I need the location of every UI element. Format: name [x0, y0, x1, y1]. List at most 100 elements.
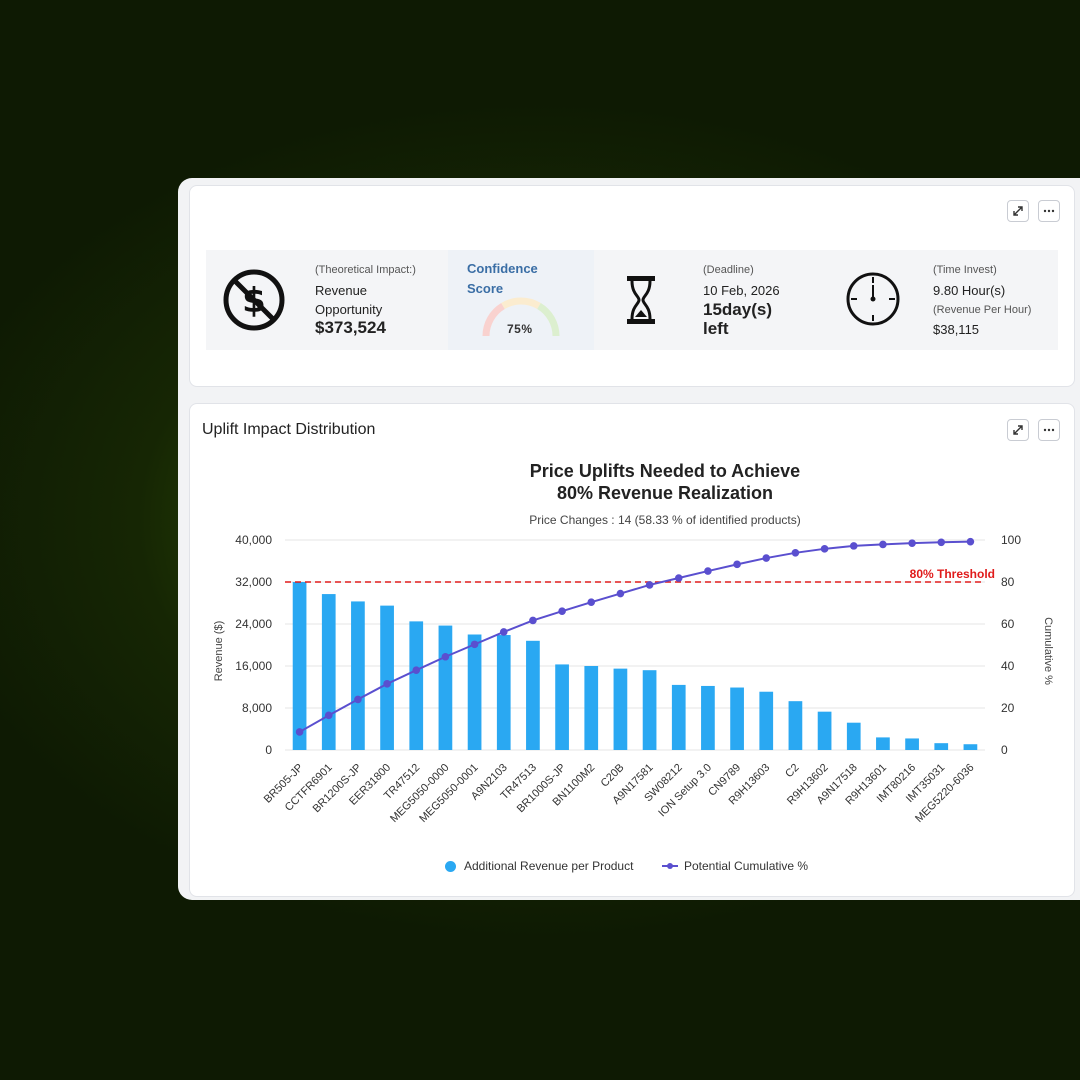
legend-item-cumulative[interactable]: Potential Cumulative % — [662, 859, 808, 873]
y-tick-label: 40,000 — [235, 533, 272, 547]
bar — [292, 582, 307, 750]
bar — [817, 711, 832, 750]
rate-label: (Revenue Per Hour) — [933, 304, 1032, 316]
impact-line1: Revenue — [315, 283, 368, 298]
cumulative-point — [791, 549, 800, 557]
legend-revenue-label: Additional Revenue per Product — [464, 859, 634, 873]
clock-icon — [846, 272, 900, 326]
cumulative-point — [966, 537, 975, 546]
kpi-strip: $ (Theoretical Impact:) Revenue Opportun… — [206, 250, 1058, 350]
deadline-label: (Deadline) — [703, 264, 754, 276]
bar — [496, 635, 511, 750]
cumulative-point — [645, 581, 654, 589]
deadline-left: left — [703, 319, 729, 338]
cumulative-point — [587, 598, 596, 606]
chart-subtitle: Price Changes : 14 (58.33 % of identifie… — [529, 513, 801, 527]
threshold-label: 80% Threshold — [910, 567, 995, 581]
chart-title-line2: 80% Revenue Realization — [557, 483, 773, 503]
rate-value: $38,115 — [933, 322, 980, 337]
y2-tick-label: 0 — [1001, 743, 1008, 757]
bar — [730, 687, 744, 750]
cumulative-point — [704, 567, 712, 575]
cumulative-point — [937, 538, 946, 547]
cumulative-point — [733, 560, 741, 569]
cumulative-point — [529, 616, 537, 625]
hourglass-icon — [627, 276, 655, 324]
impact-value: $373,524 — [315, 318, 386, 337]
bar — [963, 744, 978, 750]
y2-tick-label: 60 — [1001, 617, 1015, 631]
deadline-date: 10 Feb, 2026 — [703, 283, 780, 298]
y-tick-label: 24,000 — [235, 617, 272, 631]
cumulative-point — [762, 554, 771, 562]
cumulative-point — [616, 589, 625, 598]
time-label: (Time Invest) — [933, 264, 997, 276]
confidence-title-line1: Confidence — [467, 261, 538, 276]
bar — [642, 670, 657, 750]
cumulative-point — [558, 607, 566, 615]
legend-item-revenue[interactable]: Additional Revenue per Product — [445, 859, 633, 873]
more-icon — [1043, 209, 1055, 213]
expand-icon — [1013, 206, 1023, 216]
bar — [351, 601, 365, 750]
more-options-button[interactable] — [1038, 200, 1060, 222]
cumulative-point — [324, 711, 333, 720]
y2-tick-label: 20 — [1001, 701, 1015, 715]
bar — [613, 668, 628, 750]
bar — [526, 640, 540, 750]
chart-title-line1: Price Uplifts Needed to Achieve — [530, 461, 800, 481]
y-axis-label: Revenue ($) — [213, 621, 225, 682]
bar — [905, 738, 919, 750]
cumulative-point — [354, 695, 362, 704]
bar — [671, 684, 686, 750]
deadline-days: 15day(s) — [703, 300, 772, 319]
bar — [759, 691, 774, 750]
cumulative-point — [499, 628, 508, 636]
cumulative-point — [674, 574, 683, 582]
bar — [409, 621, 424, 750]
chart-card: Uplift Impact Distribution Price Uplifts… — [189, 403, 1075, 897]
y2-tick-label: 40 — [1001, 659, 1015, 673]
cumulative-point — [849, 542, 858, 550]
bar — [555, 664, 569, 750]
bar — [321, 594, 336, 750]
bar — [380, 605, 394, 750]
svg-text:$: $ — [242, 281, 266, 321]
cumulative-line — [299, 540, 971, 733]
y2-tick-label: 80 — [1001, 575, 1015, 589]
legend-revenue-swatch — [445, 860, 456, 872]
pareto-chart: Price Uplifts Needed to Achieve 80% Reve… — [213, 461, 1054, 825]
cumulative-point — [820, 545, 829, 553]
confidence-value: 75% — [507, 322, 533, 336]
kpi-card: $ (Theoretical Impact:) Revenue Opportun… — [189, 185, 1075, 387]
cumulative-point — [879, 540, 887, 549]
cumulative-point — [470, 640, 479, 649]
legend-cumulative-swatch — [662, 863, 678, 869]
cumulative-point — [908, 539, 916, 547]
time-hours: 9.80 Hour(s) — [933, 283, 1006, 298]
bar — [876, 737, 890, 750]
y2-axis-label: Cumulative % — [1042, 617, 1054, 685]
y-tick-label: 32,000 — [235, 575, 272, 589]
dashboard-panel: $ (Theoretical Impact:) Revenue Opportun… — [178, 178, 1080, 900]
cumulative-point — [441, 652, 450, 661]
y-tick-label: 8,000 — [242, 701, 272, 715]
bar — [934, 743, 949, 750]
bar — [788, 701, 803, 750]
bar — [701, 685, 715, 750]
cumulative-point — [383, 680, 391, 688]
bar — [438, 625, 453, 750]
impact-line2: Opportunity — [315, 302, 383, 317]
y-tick-label: 16,000 — [235, 659, 272, 673]
chart-plot-area: 0 8,000 16,000 24,000 32,000 40,000 0 20 40 60 80 1… — [235, 533, 1021, 825]
y2-tick-label: 100 — [1001, 533, 1021, 547]
legend-cumulative-label: Potential Cumulative % — [684, 859, 809, 873]
cumulative-point — [412, 666, 421, 674]
no-dollar-icon: $ — [223, 269, 285, 331]
impact-label: (Theoretical Impact:) — [315, 264, 416, 276]
x-tick-label: C2 — [783, 762, 801, 780]
bar — [846, 722, 861, 750]
cumulative-point — [295, 728, 304, 736]
bar — [584, 666, 599, 750]
expand-button[interactable] — [1007, 200, 1029, 222]
